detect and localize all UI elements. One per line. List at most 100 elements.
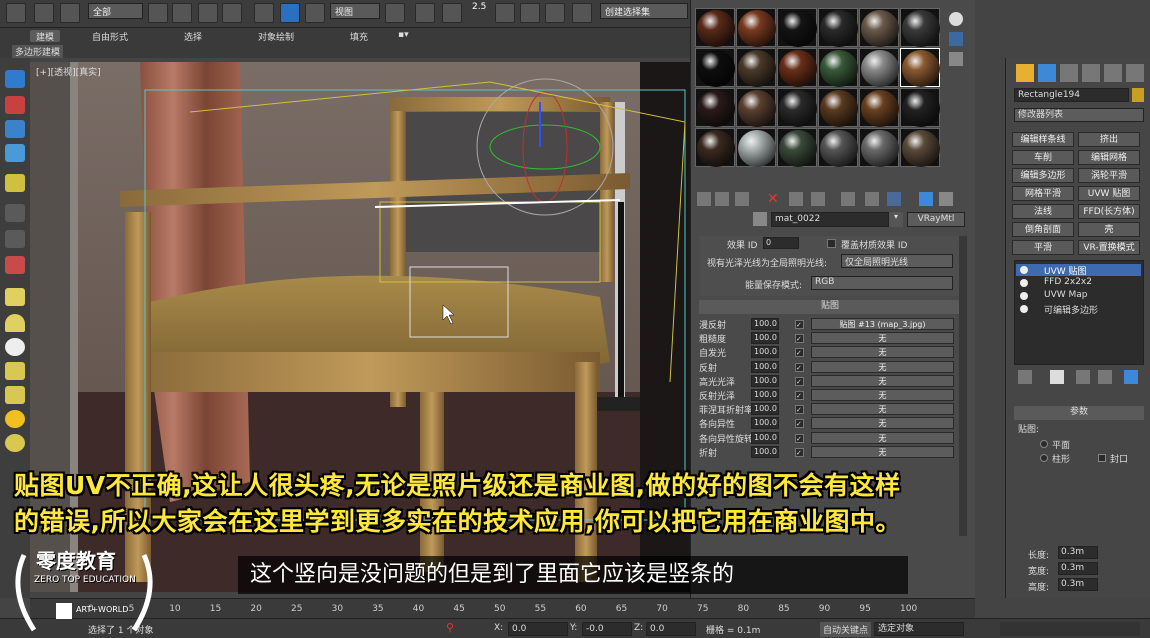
material-slot[interactable] xyxy=(695,48,735,87)
select-by-name-icon[interactable] xyxy=(172,3,192,23)
plane-icon[interactable] xyxy=(5,288,25,306)
lock-selection-icon[interactable]: ⚲ xyxy=(446,621,458,635)
angle-snap-icon[interactable] xyxy=(495,3,515,23)
render-icon[interactable] xyxy=(5,96,25,114)
create-tab-icon[interactable] xyxy=(1016,64,1034,82)
tab-object-paint[interactable]: 对象绘制 xyxy=(258,30,294,43)
polygon-modeling-label[interactable]: 多边形建模 xyxy=(12,45,64,58)
show-end-result-stack-icon[interactable] xyxy=(1050,370,1064,384)
named-selection-set[interactable]: 创建选择集 xyxy=(600,3,688,19)
map-enable-checkbox[interactable]: ✓ xyxy=(795,419,804,429)
modifier-list-select[interactable]: 修改器列表 xyxy=(1014,108,1144,122)
light-icon[interactable] xyxy=(5,174,25,192)
background-icon[interactable] xyxy=(949,52,963,66)
map-enable-checkbox[interactable]: ✓ xyxy=(795,447,804,457)
window-crossing-icon[interactable] xyxy=(222,3,242,23)
sphere-icon[interactable] xyxy=(5,338,25,356)
map-amount-input[interactable]: 100.0 xyxy=(751,332,779,345)
override-checkbox[interactable] xyxy=(827,239,836,248)
modifier-button[interactable]: 网格平滑 xyxy=(1012,186,1074,201)
gi-select[interactable]: 仅全局照明光线 xyxy=(841,254,953,268)
modifier-button[interactable]: 倒角剖面 xyxy=(1012,222,1074,237)
parameters-rollout-header[interactable]: 参数 xyxy=(1014,406,1144,420)
modifier-button[interactable]: 平滑 xyxy=(1012,240,1074,255)
sun-icon[interactable] xyxy=(5,410,25,428)
material-slot[interactable] xyxy=(736,88,776,127)
map-slot-button[interactable]: 贴图 #13 (map_3.jpg) xyxy=(811,318,954,330)
pivot-icon[interactable] xyxy=(385,3,405,23)
modifier-button[interactable]: 挤出 xyxy=(1078,132,1140,147)
material-slot[interactable] xyxy=(777,8,817,47)
modifier-button[interactable]: 车削 xyxy=(1012,150,1074,165)
modifier-button[interactable]: 编辑样条线 xyxy=(1012,132,1074,147)
scene-explorer-icon[interactable] xyxy=(5,144,25,162)
put-to-scene-icon[interactable] xyxy=(715,192,729,206)
show-end-result-icon[interactable] xyxy=(887,192,901,206)
modifier-button[interactable]: UVW 贴图 xyxy=(1078,186,1140,201)
material-slot[interactable] xyxy=(736,8,776,47)
map-slot-button[interactable]: 无 xyxy=(811,431,954,444)
material-slot[interactable] xyxy=(777,128,817,167)
modifier-stack-item[interactable]: UVW Map xyxy=(1016,290,1141,302)
rect-selection-icon[interactable] xyxy=(198,3,218,23)
modifier-stack-item[interactable]: FFD 2x2x2 xyxy=(1016,277,1141,289)
material-slot[interactable] xyxy=(818,128,858,167)
material-slot[interactable] xyxy=(777,48,817,87)
visibility-bulb-icon[interactable] xyxy=(1020,292,1028,300)
move-icon[interactable] xyxy=(254,3,274,23)
map-amount-input[interactable]: 100.0 xyxy=(751,346,779,359)
undo-icon[interactable] xyxy=(6,3,26,23)
layer-icon[interactable] xyxy=(5,120,25,138)
viewport-label[interactable]: [+][透视][真实] xyxy=(36,65,101,78)
material-slot[interactable] xyxy=(695,128,735,167)
go-to-parent-icon[interactable] xyxy=(919,192,933,206)
energy-select[interactable]: RGB xyxy=(811,276,953,290)
ribbon-options-icon[interactable]: ▪▾ xyxy=(398,30,409,42)
object-color-swatch[interactable] xyxy=(1132,88,1144,102)
select-object-icon[interactable] xyxy=(148,3,168,23)
map-amount-input[interactable]: 100.0 xyxy=(751,403,779,416)
teapot-primitive-icon[interactable] xyxy=(5,362,25,380)
map-slot-button[interactable]: 无 xyxy=(811,389,954,401)
tab-modeling[interactable]: 建模 xyxy=(30,30,61,43)
height-input[interactable]: 0.3m xyxy=(1058,578,1098,591)
rotate-icon[interactable] xyxy=(280,3,300,23)
material-slot[interactable] xyxy=(818,48,858,87)
modifier-stack-item[interactable]: UVW 贴图 xyxy=(1016,264,1141,277)
modifier-stack-item[interactable]: 可编辑多边形 xyxy=(1016,303,1141,316)
playback-controls[interactable] xyxy=(1000,622,1140,636)
map-amount-input[interactable]: 100.0 xyxy=(751,360,779,373)
map-amount-input[interactable]: 100.0 xyxy=(751,318,779,330)
length-input[interactable]: 0.3m xyxy=(1058,546,1098,559)
edit-named-sets-icon[interactable] xyxy=(572,3,592,23)
modifier-button[interactable]: 法线 xyxy=(1012,204,1074,219)
visibility-bulb-icon[interactable] xyxy=(1020,305,1028,313)
sample-type-icon[interactable] xyxy=(949,12,963,26)
map-slot-button[interactable]: 无 xyxy=(811,403,954,416)
remove-modifier-icon[interactable] xyxy=(1098,370,1112,384)
map-enable-checkbox[interactable]: ✓ xyxy=(795,433,804,443)
tab-selection[interactable]: 选择 xyxy=(184,30,202,43)
material-slot[interactable] xyxy=(859,128,899,167)
material-slot[interactable] xyxy=(818,8,858,47)
make-copy-icon[interactable] xyxy=(789,192,803,206)
configure-sets-icon[interactable] xyxy=(1124,370,1138,384)
make-unique-icon[interactable] xyxy=(811,192,825,206)
selection-filter-select[interactable]: 全部 xyxy=(88,3,143,19)
modifier-button[interactable]: 编辑网格 xyxy=(1078,150,1140,165)
map-amount-input[interactable]: 100.0 xyxy=(751,445,779,458)
map-slot-button[interactable]: 无 xyxy=(811,417,954,430)
y-coord-input[interactable]: -0.0 xyxy=(582,622,632,636)
map-slot-button[interactable]: 无 xyxy=(811,374,954,387)
material-slot[interactable] xyxy=(818,88,858,127)
modifier-button[interactable]: VR-置换模式 xyxy=(1078,240,1140,255)
material-slot[interactable] xyxy=(859,8,899,47)
map-amount-input[interactable]: 100.0 xyxy=(751,417,779,430)
particle-icon[interactable] xyxy=(5,256,25,274)
material-name-input[interactable]: mat_0022 xyxy=(771,212,889,227)
backlight-icon[interactable] xyxy=(949,32,963,46)
material-slot[interactable] xyxy=(859,88,899,127)
pin-stack-icon[interactable] xyxy=(1018,370,1032,384)
material-slot[interactable] xyxy=(859,48,899,87)
go-forward-sibling-icon[interactable] xyxy=(939,192,953,206)
